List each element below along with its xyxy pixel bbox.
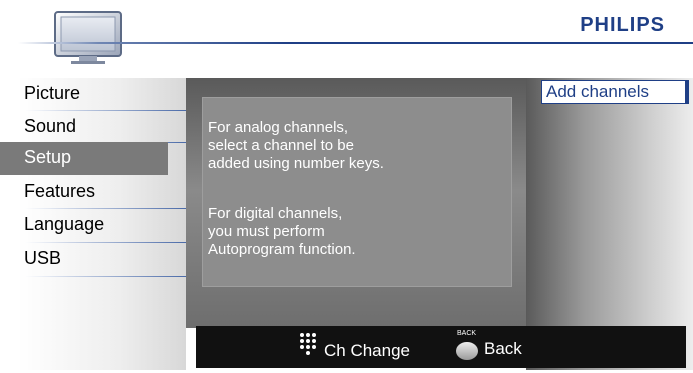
info-text-digital-3: Autoprogram function. [208, 241, 356, 258]
info-text-analog-1: For analog channels, [208, 119, 349, 136]
ch-change-hint: Ch Change [324, 341, 411, 360]
menu-divider [24, 276, 186, 277]
header-divider [18, 42, 693, 44]
info-text-analog-2: select a channel to be [208, 137, 354, 154]
menu-item-sound[interactable]: Sound [0, 111, 168, 144]
menu-item-picture[interactable]: Picture [0, 78, 168, 111]
back-button-icon [456, 342, 478, 360]
submenu-item-add-channels[interactable]: Add channels [541, 80, 689, 104]
tv-monitor-icon [54, 11, 122, 64]
brand-logo: PHILIPS [580, 14, 665, 36]
button-hint-bar [196, 326, 686, 368]
menu-item-language[interactable]: Language [0, 209, 168, 242]
header: PHILIPS [0, 0, 693, 78]
info-text-digital-1: For digital channels, [208, 205, 343, 222]
menu-item-features[interactable]: Features [0, 176, 168, 209]
info-text-digital-2: you must perform [208, 223, 325, 240]
menu-item-setup[interactable]: Setup [0, 142, 168, 175]
numpad-dots-icon [300, 333, 320, 355]
menu-item-usb[interactable]: USB [0, 243, 168, 276]
back-key-label: BACK [457, 330, 477, 337]
info-text-analog-3: added using number keys. [208, 155, 384, 172]
back-hint: Back [484, 339, 522, 358]
